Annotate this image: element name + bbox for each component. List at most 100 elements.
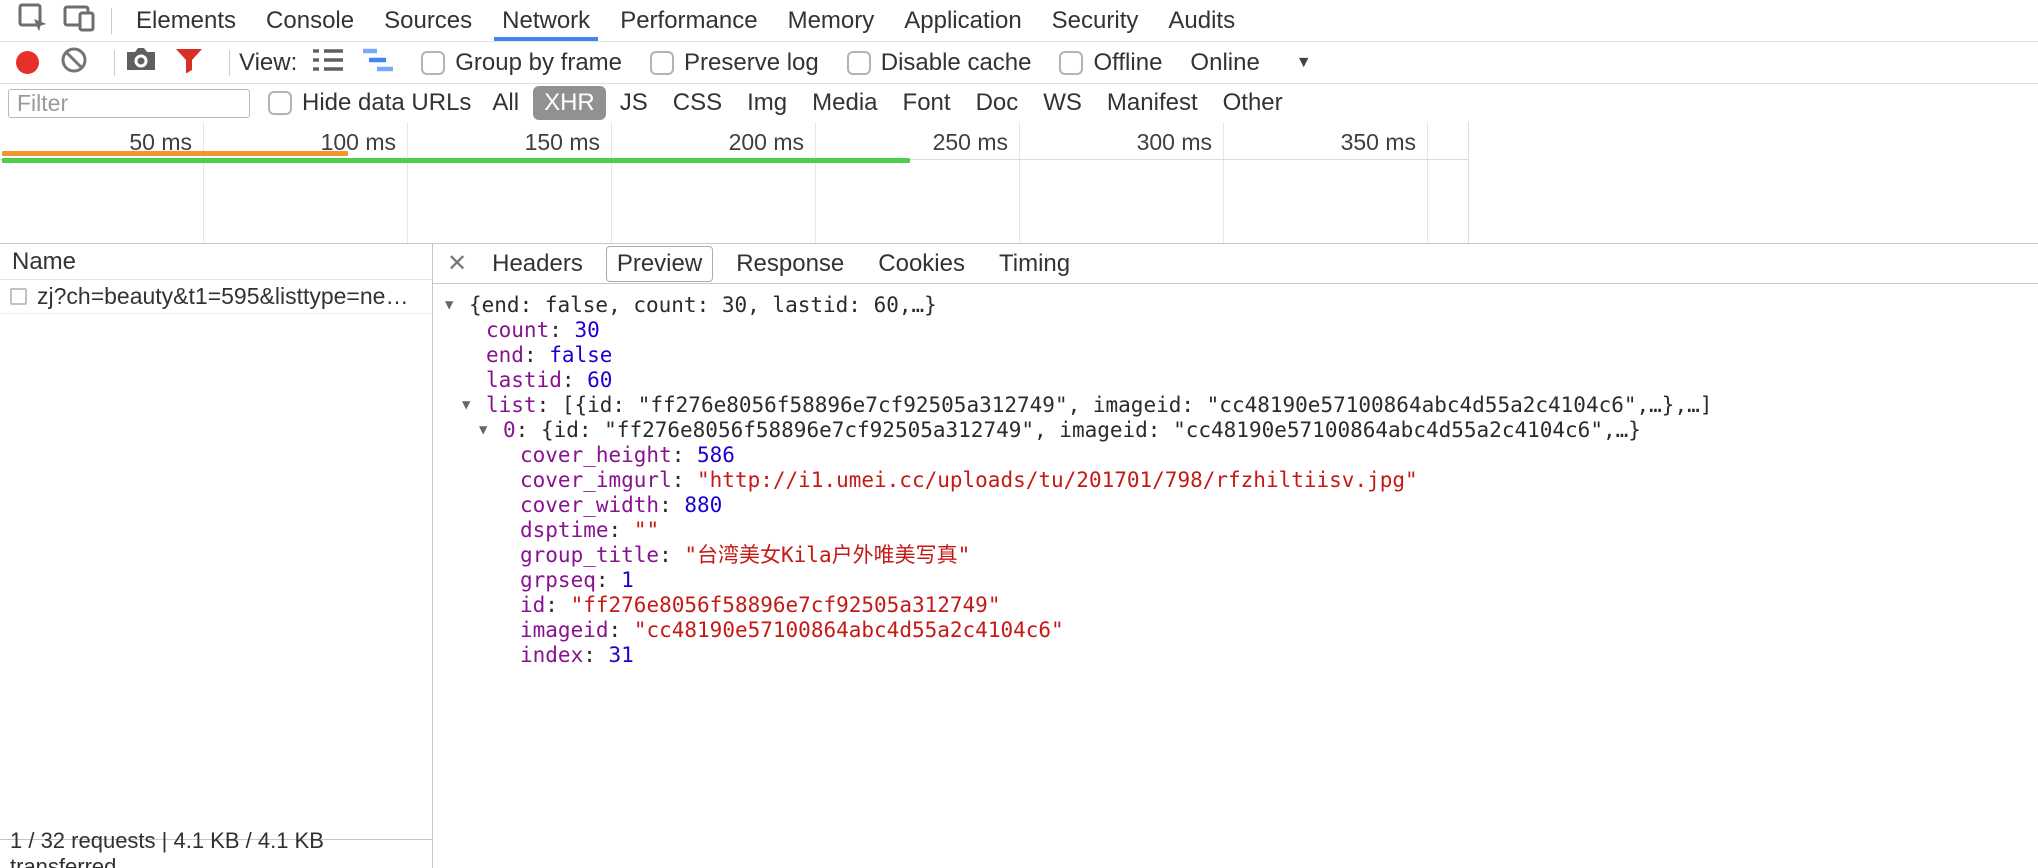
waterfall-icon: [361, 46, 395, 79]
checkbox-preserve-log[interactable]: Preserve log: [650, 49, 819, 77]
devtools-window: ElementsConsoleSourcesNetworkPerformance…: [0, 0, 2038, 868]
tab-security[interactable]: Security: [1037, 0, 1154, 41]
toolbar-checkboxes: Group by frame Preserve log Disable cache O…: [421, 49, 1190, 77]
tab-memory[interactable]: Memory: [773, 0, 890, 41]
filter-pill-manifest[interactable]: Manifest: [1096, 86, 1209, 120]
json-plain-segment: :: [596, 568, 621, 592]
filter-pill-other[interactable]: Other: [1212, 86, 1294, 120]
detail-tab-headers[interactable]: Headers: [481, 246, 594, 282]
request-row[interactable]: zj?ch=beauty&t1=595&listtype=new&sn=30&l…: [0, 280, 432, 314]
tab-performance[interactable]: Performance: [605, 0, 772, 41]
filter-pill-media[interactable]: Media: [801, 86, 888, 120]
detail-tab-preview[interactable]: Preview: [606, 246, 713, 282]
screenshot-capture-button[interactable]: [124, 45, 158, 80]
filter-pill-css[interactable]: CSS: [662, 86, 733, 120]
device-toolbar-button[interactable]: [56, 3, 102, 39]
preview-tree-row[interactable]: cover_imgurl: "http://i1.umei.cc/uploads…: [433, 468, 2038, 493]
timeline-tick-label: 350 ms: [1216, 129, 1416, 156]
tab-console[interactable]: Console: [251, 0, 369, 41]
tab-audits[interactable]: Audits: [1153, 0, 1250, 41]
tab-network[interactable]: Network: [487, 0, 605, 41]
checkbox-group-by-frame-input[interactable]: [421, 51, 445, 75]
throttling-select[interactable]: Online ▼: [1190, 49, 1311, 77]
funnel-icon: [174, 45, 204, 80]
checkbox-disable-cache-input[interactable]: [847, 51, 871, 75]
name-column-header[interactable]: Name: [0, 244, 432, 280]
hide-data-urls-checkbox[interactable]: Hide data URLs: [268, 89, 471, 117]
detail-tab-response[interactable]: Response: [725, 246, 855, 282]
checkbox-preserve-log-input[interactable]: [650, 51, 674, 75]
toolbar-divider: [111, 8, 112, 34]
preview-tree-row[interactable]: count: 30: [433, 318, 2038, 343]
preview-tree-row[interactable]: id: "ff276e8056f58896e7cf92505a312749": [433, 593, 2038, 618]
request-detail-pane: ✕ Headers Preview Response Cookies Timing ▼{…: [432, 244, 2038, 868]
preview-tree-row[interactable]: ▼list: [{id: "ff276e8056f58896e7cf92505a…: [433, 393, 2038, 418]
filter-toggle-button[interactable]: [174, 45, 204, 80]
preview-tree-row[interactable]: cover_height: 586: [433, 443, 2038, 468]
filter-pill-ws[interactable]: WS: [1032, 86, 1093, 120]
checkbox-label: Group by frame: [455, 49, 622, 77]
checkbox-label: Offline: [1093, 49, 1162, 77]
checkbox-disable-cache[interactable]: Disable cache: [847, 49, 1032, 77]
filter-input[interactable]: [8, 89, 250, 118]
inspect-element-button[interactable]: [10, 3, 56, 39]
preview-tree-row[interactable]: ▼0: {id: "ff276e8056f58896e7cf92505a3127…: [433, 418, 2038, 443]
json-plain-segment: :: [609, 518, 634, 542]
json-num-segment: 30: [575, 318, 600, 342]
json-str-segment: "台湾美女Kila户外唯美写真": [684, 543, 970, 567]
checkbox-label: Disable cache: [881, 49, 1032, 77]
json-num-segment: 586: [697, 443, 735, 467]
record-button[interactable]: [16, 51, 39, 74]
preview-tree-row[interactable]: lastid: 60: [433, 368, 2038, 393]
network-summary-bar: 1 / 32 requests | 4.1 KB / 4.1 KB transf…: [0, 839, 432, 868]
tab-sources[interactable]: Sources: [369, 0, 487, 41]
view-list-button[interactable]: [311, 46, 345, 79]
request-row-checkbox[interactable]: [10, 288, 27, 305]
expand-arrow-icon[interactable]: ▼: [479, 418, 487, 443]
json-num-segment: 1: [621, 568, 634, 592]
filter-pill-xhr[interactable]: XHR: [533, 86, 606, 120]
main-tabbar-tabs: ElementsConsoleSourcesNetworkPerformance…: [121, 0, 1250, 41]
hide-data-urls-checkbox-input[interactable]: [268, 91, 292, 115]
filter-pill-js[interactable]: JS: [609, 86, 659, 120]
preview-tree-row[interactable]: index: 31: [433, 643, 2038, 668]
filter-pill-img[interactable]: Img: [736, 86, 798, 120]
close-detail-button[interactable]: ✕: [447, 249, 467, 278]
chevron-down-icon: ▼: [1296, 54, 1312, 72]
preview-tree-row[interactable]: cover_width: 880: [433, 493, 2038, 518]
filter-pill-font[interactable]: Font: [892, 86, 962, 120]
device-toolbar-icon: [62, 1, 96, 40]
network-overview[interactable]: 50 ms100 ms150 ms200 ms250 ms300 ms350 m…: [0, 122, 2038, 244]
json-num-segment: 31: [609, 643, 634, 667]
expand-arrow-icon[interactable]: ▼: [462, 393, 470, 418]
json-key-segment: list: [486, 393, 537, 417]
expand-arrow-icon[interactable]: ▼: [445, 293, 453, 318]
clear-button[interactable]: [59, 45, 89, 80]
overview-bar-orange: [2, 151, 348, 156]
tab-application[interactable]: Application: [889, 0, 1036, 41]
toolbar-divider: [114, 50, 115, 76]
tab-elements[interactable]: Elements: [121, 0, 251, 41]
checkbox-offline[interactable]: Offline: [1059, 49, 1162, 77]
json-plain-segment: :: [659, 493, 684, 517]
summary-text: 1 / 32 requests | 4.1 KB / 4.1 KB transf…: [10, 828, 432, 868]
preview-tree-row[interactable]: group_title: "台湾美女Kila户外唯美写真": [433, 543, 2038, 568]
preview-tree-row[interactable]: end: false: [433, 343, 2038, 368]
checkbox-offline-input[interactable]: [1059, 51, 1083, 75]
json-key-segment: dsptime: [520, 518, 609, 542]
inspect-cursor-icon: [16, 1, 50, 40]
filter-pill-all[interactable]: All: [481, 86, 530, 120]
checkbox-group-by-frame[interactable]: Group by frame: [421, 49, 622, 77]
preview-tree-row[interactable]: grpseq: 1: [433, 568, 2038, 593]
timeline-tick-label: 250 ms: [808, 129, 1008, 156]
view-overview-button[interactable]: [361, 46, 395, 79]
toolbar-divider: [229, 50, 230, 76]
timeline-tick-label: 200 ms: [604, 129, 804, 156]
preview-tree-row[interactable]: imageid: "cc48190e57100864abc4d55a2c4104…: [433, 618, 2038, 643]
filter-pill-doc[interactable]: Doc: [965, 86, 1030, 120]
preview-tree-row[interactable]: dsptime: "": [433, 518, 2038, 543]
detail-tab-timing[interactable]: Timing: [988, 246, 1081, 282]
json-key-segment: cover_imgurl: [520, 468, 672, 492]
detail-tab-cookies[interactable]: Cookies: [867, 246, 976, 282]
preview-tree-row[interactable]: ▼{end: false, count: 30, lastid: 60,…}: [433, 293, 2038, 318]
